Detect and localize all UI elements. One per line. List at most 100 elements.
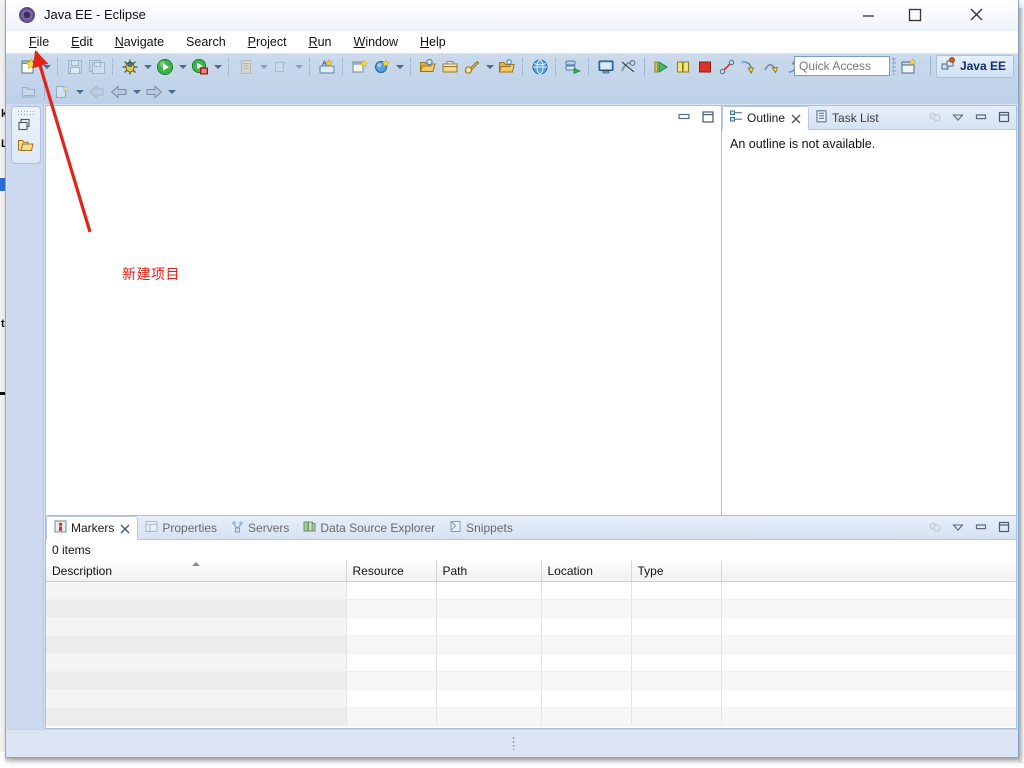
editor-minimize-button[interactable] [677,110,691,124]
search-dropdown[interactable] [483,56,496,77]
close-icon[interactable] [791,113,801,124]
maximize-icon[interactable] [997,520,1011,534]
debug-dropdown[interactable] [141,56,154,77]
tab-data-source-explorer[interactable]: Data Source Explorer [296,517,442,539]
column-header-location[interactable]: Location [541,560,632,582]
last-edit-location-dropdown[interactable] [73,81,86,102]
editor-area[interactable] [45,105,722,539]
left-fastview-bar [7,104,44,729]
back-button[interactable] [108,81,130,102]
table-row[interactable] [46,599,1016,618]
new-ejb-button[interactable] [371,56,393,77]
menu-file[interactable]: File [18,33,60,51]
new-java-package-button[interactable] [235,56,257,77]
menu-edit[interactable]: Edit [60,33,104,51]
table-row[interactable] [46,653,1016,672]
table-row[interactable] [46,617,1016,636]
menu-project[interactable]: Project [237,33,298,51]
menu-navigate[interactable]: Navigate [104,33,175,51]
run-button[interactable] [154,56,176,77]
menu-run[interactable]: Run [298,33,343,51]
debug-button[interactable] [119,56,141,77]
run-as-server-dropdown[interactable] [211,56,224,77]
tab-outline[interactable]: Outline [722,106,810,130]
run-on-server-button[interactable] [562,56,584,77]
window-close-button[interactable] [954,0,1000,29]
perspective-separator [929,57,931,75]
menu-help[interactable]: Help [409,33,457,51]
column-header-description[interactable]: Description [46,560,347,582]
perspective-java-ee-button[interactable]: Java EE [935,54,1014,78]
tab-task-list[interactable]: Task List [809,107,886,129]
save-button[interactable] [64,56,86,77]
table-row[interactable] [46,635,1016,654]
back-history-button[interactable] [86,81,108,102]
markers-icon [54,520,67,536]
project-explorer-icon[interactable] [17,137,35,155]
column-header-path[interactable]: Path [436,560,542,582]
search-button[interactable] [461,56,483,77]
external-tools-dropdown[interactable] [292,56,305,77]
minimize-icon[interactable] [974,110,988,124]
disconnect-button[interactable] [716,56,738,77]
table-row[interactable] [46,689,1016,708]
window-minimize-button[interactable] [846,0,892,29]
console-button[interactable] [595,56,617,77]
column-header-resource[interactable]: Resource [346,560,437,582]
outline-view-stack: Outline Task List An outline is not avai… [721,105,1017,539]
quick-access-input[interactable] [794,56,890,76]
step-into-button[interactable] [738,56,760,77]
skip-breakpoints-button[interactable] [617,56,639,77]
tab-markers[interactable]: Markers [46,516,139,540]
maximize-icon[interactable] [997,110,1011,124]
external-tools-button[interactable] [270,56,292,77]
table-row[interactable] [46,581,1016,600]
suspend-button[interactable] [672,56,694,77]
tab-properties[interactable]: Properties [138,517,224,539]
status-bar-resize-handle[interactable] [512,736,515,750]
resume-button[interactable] [650,56,672,77]
tab-servers[interactable]: Servers [224,517,296,539]
minimize-icon[interactable] [974,520,988,534]
save-all-button[interactable] [86,56,108,77]
run-as-server-button[interactable] [189,56,211,77]
close-icon[interactable] [120,523,130,534]
forward-button[interactable] [143,81,165,102]
terminate-button[interactable] [694,56,716,77]
table-row[interactable] [46,707,1016,726]
window-maximize-button[interactable] [892,0,938,29]
column-header-type[interactable]: Type [631,560,722,582]
new-wizard-dropdown[interactable] [40,56,53,77]
chevron-down-icon[interactable] [951,110,965,124]
editor-maximize-button[interactable] [701,110,715,124]
last-edit-location-button[interactable] [51,81,73,102]
markers-view-stack: Markers Properties Servers Data Source E… [45,515,1017,729]
web-browser-button[interactable] [529,56,551,77]
new-folder-button[interactable] [18,81,40,102]
menu-search[interactable]: Search [175,33,237,51]
new-class-button[interactable] [349,56,371,77]
perspective-drag-handle[interactable] [891,57,896,75]
forward-dropdown[interactable] [165,81,178,102]
table-row[interactable] [46,671,1016,690]
tab-snippets[interactable]: Snippets [442,517,520,539]
new-java-package-dropdown[interactable] [257,56,270,77]
open-resource-button[interactable] [496,56,518,77]
markers-table[interactable]: Description Resource Path Location Type [46,560,1016,726]
annotation-button[interactable]: A [316,56,338,77]
open-perspective-button[interactable] [899,56,925,77]
run-dropdown[interactable] [176,56,189,77]
menu-window[interactable]: Window [343,33,409,51]
chevron-down-icon[interactable] [951,520,965,534]
stack-drag-handle[interactable] [17,110,35,115]
new-ejb-dropdown[interactable] [393,56,406,77]
step-over-button[interactable] [760,56,782,77]
new-wizard-button[interactable] [18,56,40,77]
back-dropdown[interactable] [130,81,143,102]
open-type-button[interactable] [417,56,439,77]
open-task-button[interactable] [439,56,461,77]
filters-icon[interactable] [928,520,942,534]
restore-icon[interactable] [17,117,35,135]
focus-icon[interactable] [928,110,942,124]
collapsed-view-stack[interactable] [11,106,41,164]
